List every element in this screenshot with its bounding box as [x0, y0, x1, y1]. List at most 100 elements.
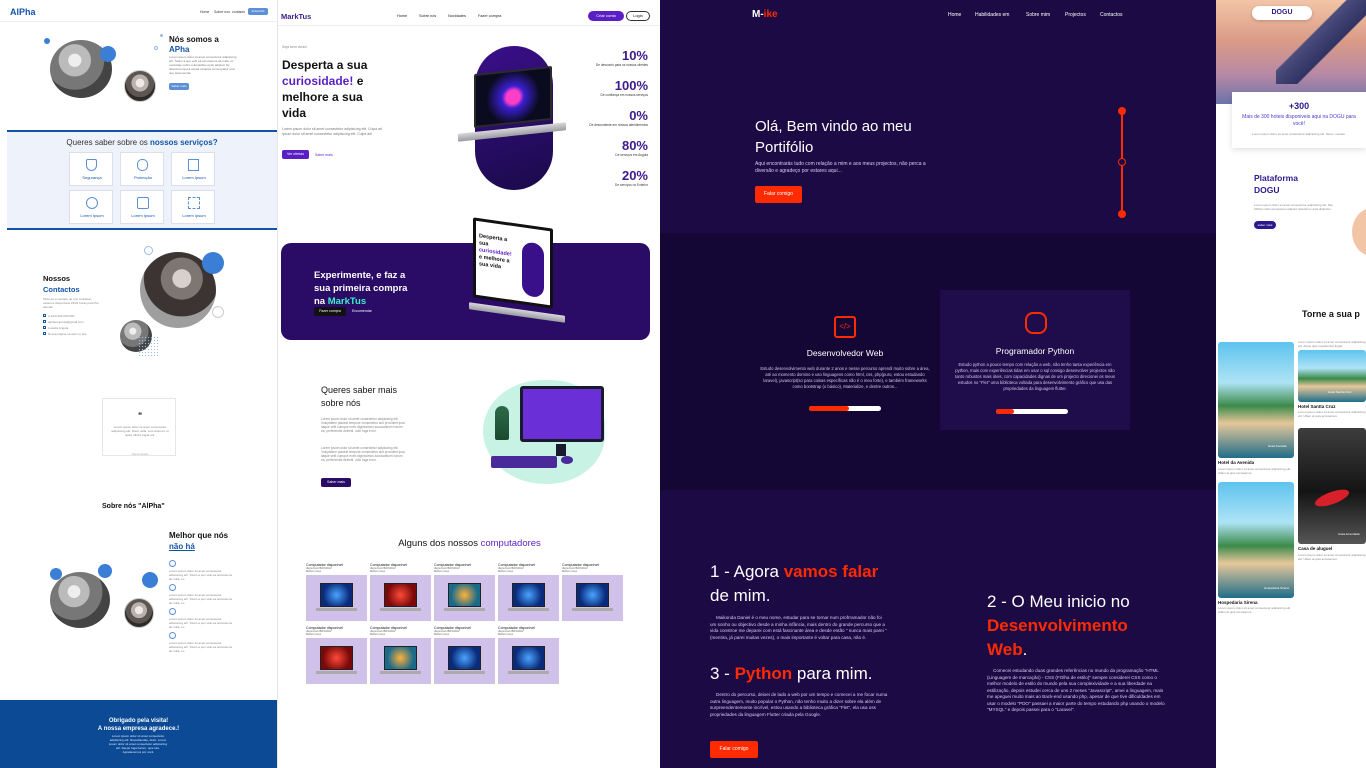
skill-bar-fill: [809, 406, 849, 411]
create-account-button[interactable]: Criar conta: [588, 11, 624, 21]
timeline-dot[interactable]: [1118, 107, 1126, 115]
order-link[interactable]: Encomendar: [352, 309, 372, 313]
skill-bar-fill: [996, 409, 1014, 414]
product-price: Melhor preço: [434, 633, 450, 636]
feature-text: Lorem ipsum dolor sit amet consectetur a…: [169, 593, 233, 605]
contact-item[interactable]: Luanda,Angola: [43, 326, 87, 330]
service-card[interactable]: Segurança: [69, 152, 113, 186]
footer-text: Lorem ipsum dolor sit amet consectetur a…: [108, 734, 168, 754]
about-text-3: Dentro do percurso, deixei de lado a web…: [710, 692, 888, 717]
alpha-contacts-title-highlight: Contactos: [43, 285, 80, 294]
product-card[interactable]: Computador disponível disponível:28/10/20…: [434, 563, 495, 623]
hotel-card-image[interactable]: Hospedaria Sirena: [1218, 482, 1294, 598]
product-card[interactable]: Computador disponível disponível:28/10/20…: [562, 563, 623, 623]
contact-item[interactable]: alphaempresa@gmail.com: [43, 320, 87, 324]
nav-projects[interactable]: Projectos: [1065, 12, 1086, 18]
service-card[interactable]: Protecção: [120, 152, 164, 186]
product-card[interactable]: Computador disponível disponível:28/10/20…: [434, 626, 495, 686]
quote-icon: ❝: [137, 411, 143, 420]
hotel-card-image[interactable]: Hotel Avenida: [1218, 342, 1294, 458]
contact-item[interactable]: (+244) 922 000 000: [43, 314, 87, 318]
alpha-testimonial-card: ❝ Lorem ipsum dolor sit amet consectetur…: [102, 398, 176, 456]
dogu-more-button[interactable]: saber mais: [1254, 221, 1276, 229]
about-more-button[interactable]: Saber mais: [321, 478, 351, 487]
timeline-dot[interactable]: [1118, 158, 1126, 166]
marktus-nav-shop[interactable]: Fazer compra: [478, 14, 501, 18]
marktus-hero-title: Desperta a sua curiosidade! e melhore a …: [282, 57, 392, 121]
nav-contacts[interactable]: Contactos: [1100, 12, 1123, 18]
feature-text: Lorem ipsum dolor sit amet consectetur a…: [169, 617, 233, 629]
product-card[interactable]: Computador disponível disponível:28/10/20…: [498, 626, 559, 686]
hotel-name[interactable]: Casa de aluguel: [1298, 546, 1332, 551]
product-card[interactable]: Computador disponível disponível:28/10/20…: [306, 563, 367, 623]
nav-home[interactable]: Home: [948, 12, 961, 18]
offers-button[interactable]: Ver ofertas: [282, 150, 309, 159]
alpha-subscribe-button[interactable]: Subscribir: [248, 8, 268, 15]
nav-about[interactable]: Sobre mim: [1026, 12, 1050, 18]
buy-now-button[interactable]: Fazer compra: [314, 307, 346, 316]
laptop-screen: [512, 646, 545, 670]
about-text-1: Maikonda Daniel é o meu nome, estudar pa…: [710, 615, 887, 640]
service-card[interactable]: Lorem Ipsum: [171, 190, 215, 224]
product-image: [498, 575, 559, 621]
dogu-logo[interactable]: DOGU: [1252, 9, 1312, 16]
marktus-logo[interactable]: MarkTus: [281, 12, 311, 21]
alpha-hero-title-brand: APha: [169, 45, 190, 54]
laptop-base: [380, 608, 421, 611]
hotel-desc: Lorem ipsum dolor sit amet consectetur a…: [1298, 410, 1366, 418]
title-part: vida: [282, 106, 307, 120]
talk-button-bottom[interactable]: Falar comigo: [710, 741, 758, 758]
product-price: Melhor preço: [434, 570, 450, 573]
marktus-site-panel: MarkTus Home Sobre nós Novidades Fazer c…: [277, 0, 660, 768]
decor-circle: [202, 252, 224, 274]
stat-item: 0% De descontente em nossos atendimentos: [568, 108, 648, 138]
promo-title: Experimente, e faz a sua primeira compra…: [314, 269, 407, 308]
nav-skills[interactable]: Habilidades em: [975, 12, 1009, 18]
service-card[interactable]: Lorem Ipsum: [69, 190, 113, 224]
product-card[interactable]: Computador disponível disponível:28/10/20…: [370, 563, 431, 623]
title-line: DOGU: [1254, 185, 1280, 195]
products-title-highlight: computadores: [480, 538, 541, 549]
marktus-nav-home[interactable]: Home: [397, 14, 407, 18]
timeline-dot[interactable]: [1118, 210, 1126, 218]
hotel-name[interactable]: Hospedaria Sirena: [1218, 600, 1258, 605]
contact-item[interactable]: Nossa pagina na web no site: [43, 332, 87, 336]
hotel-card-image[interactable]: Casa Arrendada: [1298, 428, 1366, 544]
hero-line: Portifólio: [755, 139, 814, 156]
service-card[interactable]: Lorem Ipsum: [120, 190, 164, 224]
product-image: [370, 575, 431, 621]
products-title: Alguns dos nossos computadores: [278, 538, 660, 549]
talk-button[interactable]: Falar comigo: [755, 186, 802, 203]
decor-circle: [142, 572, 158, 588]
service-card[interactable]: Lorem Ipsum: [171, 152, 215, 186]
title-highlight: curiosidade!: [282, 74, 354, 88]
learn-more-link[interactable]: Saber mais: [315, 153, 333, 157]
section-title: Torne a sua p: [1302, 309, 1360, 319]
alpha-hero-button[interactable]: Saber mais: [169, 83, 189, 90]
product-card[interactable]: Computador disponível disponível:28/10/20…: [498, 563, 559, 623]
marktus-nav-news[interactable]: Novidades: [448, 14, 466, 18]
decor-circle: [98, 564, 112, 578]
hotel-name[interactable]: Hotel Santta Cruz: [1298, 404, 1336, 409]
laptop-screen: Desperta a sua curiosidade! e melhore a sua …: [473, 217, 553, 309]
hotels-count: +300: [1288, 101, 1310, 111]
laptop-base: [508, 608, 549, 611]
product-card[interactable]: Computador disponível disponível:28/10/20…: [370, 626, 431, 686]
feature-item: Lorem ipsum dolor sit amet consectetur a…: [169, 584, 239, 608]
stat-value: 80%: [621, 138, 648, 153]
stat-value: 0%: [629, 108, 648, 123]
product-card[interactable]: Computador disponível disponível:28/10/20…: [306, 626, 367, 686]
alpha-nav-home[interactable]: Home: [200, 10, 209, 14]
alpha-logo[interactable]: AlPha: [10, 7, 36, 17]
alpha-nav-contact[interactable]: contacto: [232, 10, 245, 14]
contact-text: Nossa pagina na web no site: [48, 332, 87, 336]
marktus-nav-about[interactable]: Sobre nós: [419, 14, 436, 18]
stat-label: De desconto para os nossos clientes: [595, 63, 648, 67]
portfolio-logo[interactable]: M-ike: [752, 9, 778, 20]
hotel-card-image[interactable]: Hotel Santta Cruz: [1298, 350, 1366, 402]
alpha-nav-about[interactable]: Sobre nos: [214, 10, 230, 14]
hotel-name[interactable]: Hotel da Avenida: [1218, 460, 1254, 465]
hotels-count-card: +300 Mais de 300 hoteis disponiveis aqui…: [1232, 92, 1366, 148]
login-button[interactable]: Login: [626, 11, 650, 21]
scan-icon: [188, 197, 200, 209]
